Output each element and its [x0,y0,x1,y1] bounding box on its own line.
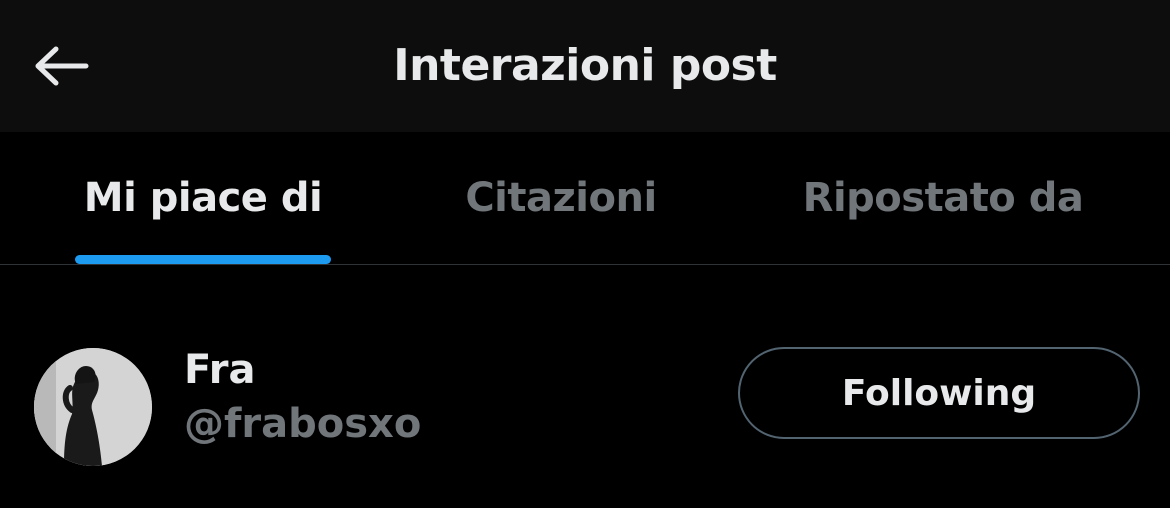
following-button[interactable]: Following [738,347,1140,439]
tab-reposts[interactable]: Ripostato da [778,132,1108,264]
top-bar: Interazioni post [0,0,1170,132]
tab-likes[interactable]: Mi piace di [55,132,351,264]
active-tab-indicator [75,255,331,264]
back-button[interactable] [22,26,102,106]
user-avatar-photo [34,348,152,466]
user-list-item[interactable]: Fra @frabosxo Following [0,265,1170,508]
avatar[interactable] [34,348,152,466]
user-name[interactable]: Fra [184,347,255,393]
tab-bar: Mi piace di Citazioni Ripostato da [0,132,1170,265]
user-handle[interactable]: @frabosxo [184,401,421,447]
page-title: Interazioni post [393,40,777,91]
arrow-left-icon [35,46,89,86]
tab-quotes[interactable]: Citazioni [430,132,692,264]
